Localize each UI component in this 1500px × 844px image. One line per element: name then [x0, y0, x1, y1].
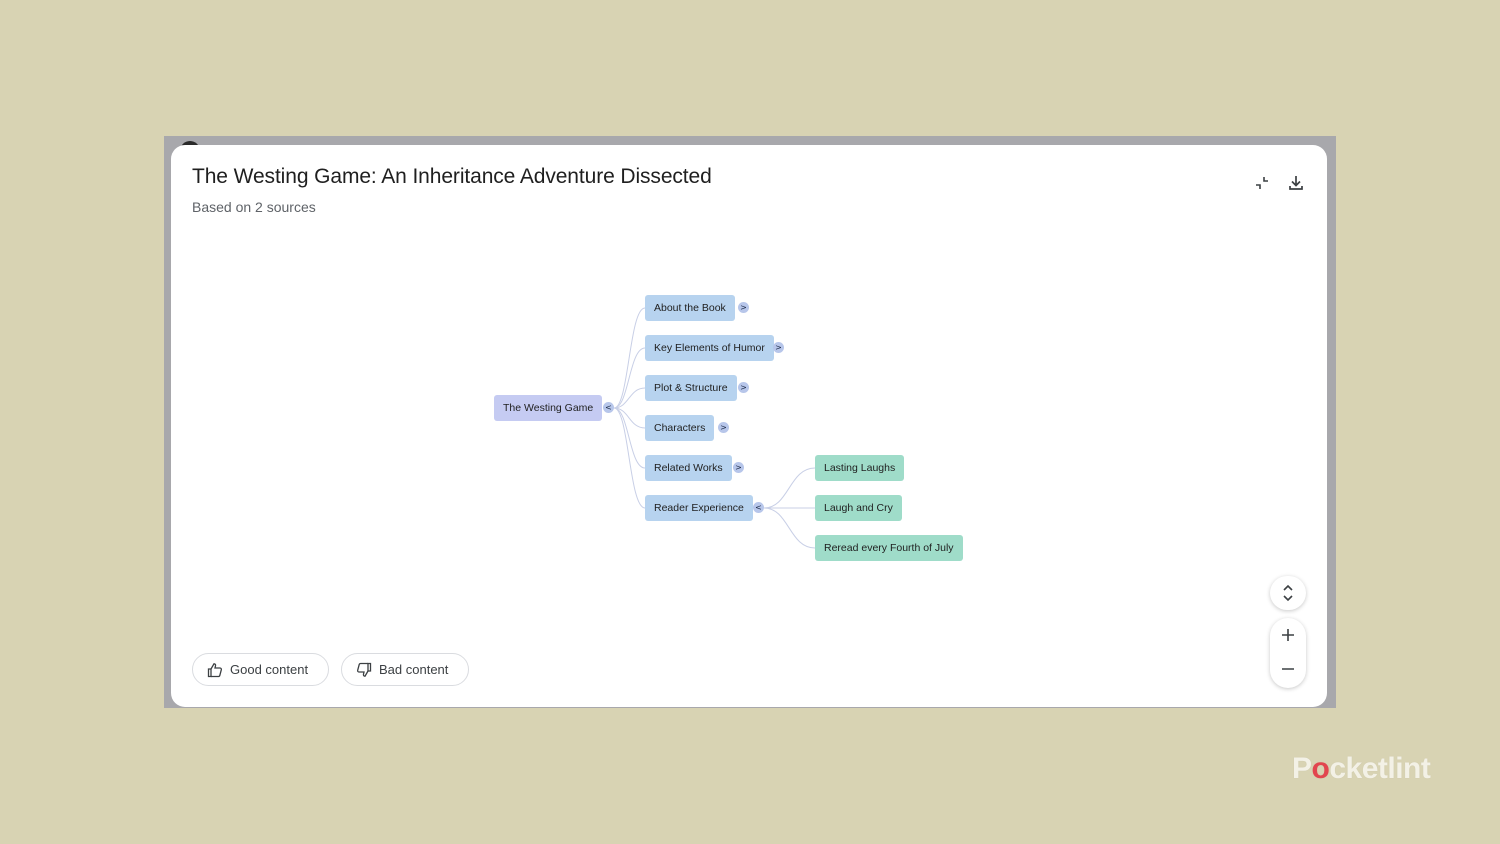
toggle-plot-structure[interactable]: >	[738, 382, 749, 393]
node-reread-every-fourth-of-july[interactable]: Reread every Fourth of July	[815, 535, 963, 561]
node-about-the-book[interactable]: About the Book	[645, 295, 735, 321]
zoom-out-button[interactable]	[1270, 652, 1306, 686]
good-content-button[interactable]: Good content	[192, 653, 330, 686]
pocketlint-watermark: Pocketlint	[1292, 752, 1431, 786]
expand-collapse-all-button[interactable]	[1270, 576, 1306, 610]
thumbs-up-icon	[207, 662, 223, 677]
node-characters[interactable]: Characters	[645, 415, 715, 441]
node-lasting-laughs[interactable]: Lasting Laughs	[815, 455, 905, 481]
toggle-about-the-book[interactable]: >	[738, 302, 749, 313]
node-laugh-and-cry[interactable]: Laugh and Cry	[815, 495, 902, 521]
bad-content-label: Bad content	[379, 662, 449, 677]
node-related-works[interactable]: Related Works	[645, 455, 732, 481]
toggle-related-works[interactable]: >	[733, 462, 744, 473]
good-content-label: Good content	[230, 662, 309, 677]
minus-icon	[1282, 668, 1294, 670]
plus-icon	[1282, 629, 1294, 641]
watermark-part-1: P	[1292, 752, 1312, 785]
watermark-power-o: o	[1311, 752, 1330, 785]
thumbs-down-icon	[356, 662, 372, 677]
zoom-controls	[1270, 618, 1306, 688]
node-root[interactable]: The Westing Game	[494, 395, 603, 421]
connector-about	[613, 307, 646, 409]
connector-reader	[613, 407, 646, 509]
bad-content-button[interactable]: Bad content	[341, 653, 470, 686]
zoom-in-button[interactable]	[1270, 618, 1306, 652]
toggle-root[interactable]: <	[603, 402, 614, 413]
toggle-characters[interactable]: >	[718, 422, 729, 433]
node-plot-structure[interactable]: Plot & Structure	[645, 375, 737, 401]
mind-map-connectors	[613, 307, 816, 549]
toggle-key-elements-of-humor[interactable]: >	[773, 342, 784, 353]
node-reader-experience[interactable]: Reader Experience	[645, 495, 753, 521]
mind-map-dialog: The Westing Game: An Inheritance Adventu…	[171, 145, 1327, 707]
watermark-part-2: cketlint	[1329, 752, 1431, 785]
node-key-elements-of-humor[interactable]: Key Elements of Humor	[645, 335, 774, 361]
connector-reread	[763, 507, 816, 549]
toggle-reader-experience[interactable]: <	[753, 502, 764, 513]
connector-lasting	[763, 467, 816, 509]
unfold-icon	[1283, 584, 1293, 602]
